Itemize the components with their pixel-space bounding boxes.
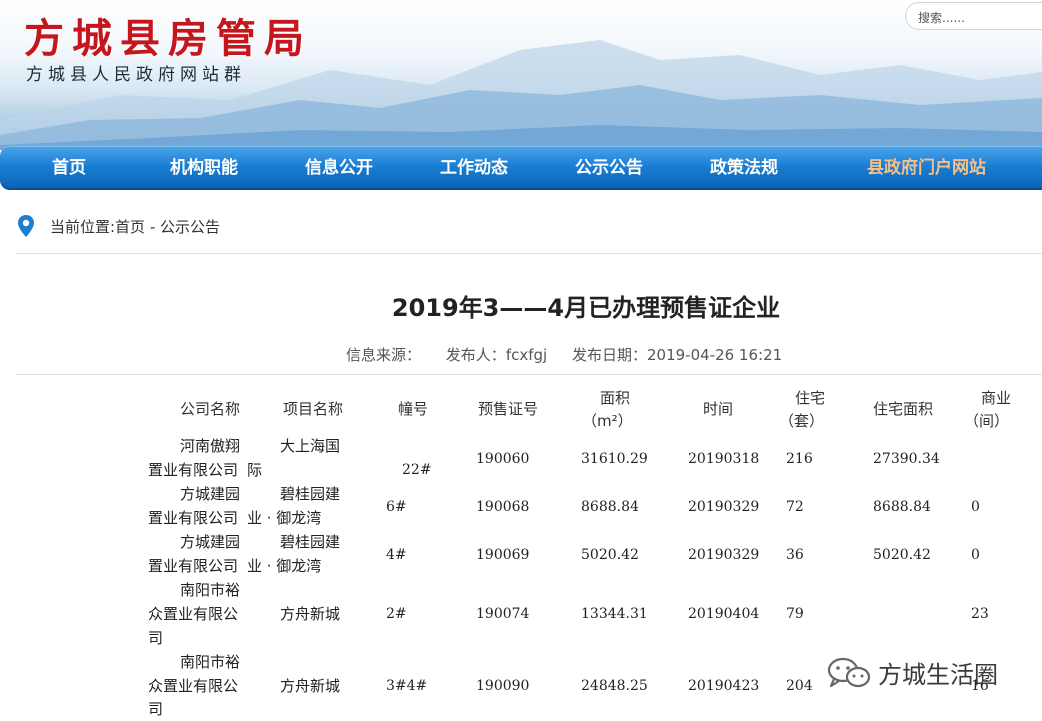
row-residential: 79	[786, 606, 804, 622]
row-time: 20190318	[688, 451, 760, 467]
row-commercial: 0	[971, 547, 980, 563]
row-company: 南阳市裕	[180, 653, 241, 671]
row-project: 大上海国	[280, 437, 341, 455]
row-commercial: 0	[971, 499, 980, 515]
nav-item-announcements[interactable]: 公示公告	[575, 147, 643, 189]
row-building: 4#	[386, 547, 407, 563]
header-area-unit: （m²）	[582, 412, 633, 430]
header-commercial-unit: （间）	[964, 412, 1010, 430]
row-company: 方城建园	[180, 533, 241, 551]
row-building: 2#	[386, 606, 407, 622]
row-project: 方舟新城	[280, 605, 341, 623]
header-banner: 方城县房管局 方城县人民政府网站群 搜索......	[0, 0, 1042, 150]
header-residential-area: 住宅面积	[873, 400, 934, 418]
row-company: 南阳市裕	[180, 581, 241, 599]
nav-item-policies[interactable]: 政策法规	[710, 147, 778, 189]
row-residential: 36	[786, 547, 804, 563]
location-pin-icon	[18, 215, 34, 237]
nav-item-home[interactable]: 首页	[52, 147, 86, 189]
row-residential-area: 5020.42	[873, 547, 931, 563]
breadcrumb-text: 当前位置:首页 - 公示公告	[50, 217, 221, 236]
nav-item-work-news[interactable]: 工作动态	[440, 147, 508, 189]
header-commercial: 商业	[981, 389, 1012, 407]
row-company: 置业有限公司	[148, 509, 239, 527]
header-residential: 住宅	[795, 389, 826, 407]
row-area: 31610.29	[581, 451, 648, 467]
row-residential-area: 27390.34	[873, 451, 940, 467]
row-company: 置业有限公司	[148, 557, 239, 575]
article-title: 2019年3——4月已办理预售证企业	[391, 294, 781, 322]
wechat-icon	[827, 657, 871, 687]
row-building: 22#	[402, 462, 432, 478]
meta-publisher: fcxfgj	[505, 346, 548, 364]
row-project: 碧桂园建	[280, 533, 341, 551]
row-company: 司	[148, 700, 164, 718]
row-company: 方城建园	[180, 485, 241, 503]
row-residential: 204	[786, 678, 813, 694]
header-residential-unit: （套）	[779, 412, 825, 430]
header-building: 幢号	[398, 400, 429, 418]
row-company: 司	[148, 629, 164, 647]
row-residential: 216	[786, 451, 813, 467]
row-area: 5020.42	[581, 547, 639, 563]
row-project: 业 · 御龙湾	[247, 509, 322, 527]
header-area: 面积	[600, 389, 631, 407]
row-project: 方舟新城	[280, 677, 341, 695]
row-permit: 190060	[476, 451, 530, 467]
row-company: 河南傲翔	[180, 437, 241, 455]
site-title: 方城县房管局	[24, 15, 312, 62]
row-time: 20190404	[688, 606, 760, 622]
row-permit: 190090	[476, 678, 530, 694]
wechat-watermark: 方城生活圈	[826, 655, 998, 690]
meta-date: 2019-04-26 16:21	[646, 346, 783, 364]
row-company: 众置业有限公	[148, 605, 239, 623]
row-project: 际	[247, 461, 263, 479]
row-area: 8688.84	[581, 499, 639, 515]
header-project: 项目名称	[283, 400, 344, 418]
row-area: 13344.31	[581, 606, 648, 622]
row-company: 众置业有限公	[148, 677, 239, 695]
nav-item-county-portal[interactable]: 县政府门户网站	[867, 147, 986, 189]
header-permit: 预售证号	[478, 400, 539, 418]
nav-item-functions[interactable]: 机构职能	[170, 147, 238, 189]
row-permit: 190069	[476, 547, 530, 563]
row-permit: 190068	[476, 499, 530, 515]
header-time: 时间	[703, 400, 734, 418]
row-time: 20190329	[688, 547, 760, 563]
row-time: 20190423	[688, 678, 760, 694]
meta-source-label: 信息来源：	[346, 346, 422, 364]
row-area: 24848.25	[581, 678, 648, 694]
row-commercial: 23	[971, 606, 989, 622]
watermark-text: 方城生活圈	[878, 661, 998, 689]
main-nav: 首页 机构职能 信息公开 工作动态 公示公告 政策法规 县政府门户网站	[0, 146, 1042, 190]
search-placeholder: 搜索......	[918, 11, 965, 25]
site-subtitle: 方城县人民政府网站群	[26, 65, 246, 85]
article-meta: 信息来源： 发布人：fcxfgj 发布日期：2019-04-26 16:21	[346, 344, 802, 365]
meta-divider	[16, 374, 1042, 375]
row-project: 业 · 御龙湾	[247, 557, 322, 575]
row-company: 置业有限公司	[148, 461, 239, 479]
meta-date-label: 发布日期：	[571, 346, 647, 364]
row-building: 6#	[386, 499, 407, 515]
header-company: 公司名称	[180, 400, 241, 418]
row-building: 3#4#	[386, 678, 428, 694]
breadcrumb: 当前位置:首页 - 公示公告	[16, 212, 220, 240]
search-input[interactable]: 搜索......	[905, 2, 1042, 30]
row-time: 20190329	[688, 499, 760, 515]
nav-item-info-public[interactable]: 信息公开	[305, 147, 373, 189]
row-residential: 72	[786, 499, 804, 515]
meta-publisher-label: 发布人：	[445, 346, 506, 364]
row-residential-area: 8688.84	[873, 499, 931, 515]
row-project: 碧桂园建	[280, 485, 341, 503]
row-permit: 190074	[476, 606, 530, 622]
breadcrumb-divider	[16, 253, 1042, 254]
